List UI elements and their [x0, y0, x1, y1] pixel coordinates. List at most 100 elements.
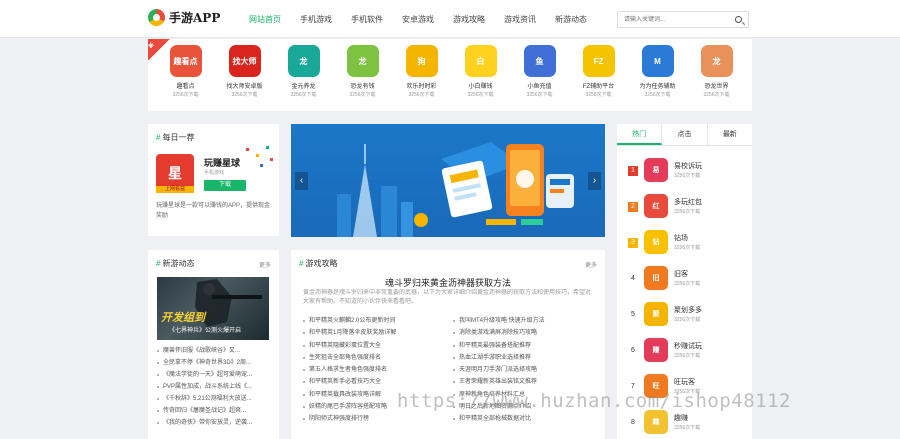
new-game-link[interactable]: PVP属性加成，战斗系统上线《... — [157, 381, 272, 393]
new-game-link[interactable]: 魔兽怀旧服《战歌峡谷》又... — [157, 345, 272, 357]
nav-game-guides[interactable]: 游戏攻略 — [453, 14, 485, 25]
app-name[interactable]: 找大师安卓版 — [226, 81, 262, 90]
tab-hot[interactable]: 热门 — [617, 124, 663, 145]
app-name[interactable]: 趣看点 — [176, 81, 194, 90]
guide-link[interactable]: 王者荣耀新英雄出装铭文推荐 — [453, 376, 599, 388]
guide-link[interactable]: 第五人格求生者角色强度排名 — [303, 364, 453, 376]
new-game-link[interactable]: 全民拿不停《神奇世界3D》2周... — [157, 357, 272, 369]
app-item[interactable]: 白小白赚钱 3256次下载 — [451, 45, 510, 98]
search-input[interactable] — [624, 14, 724, 26]
app-icon[interactable]: 狗 — [405, 45, 438, 77]
new-game-link[interactable]: 《我的奇侠》带你安放灵，逆袭... — [157, 417, 272, 429]
new-game-link[interactable]: 传奇回归《屠魔圣战记》超爽... — [157, 405, 272, 417]
hot-app-name[interactable]: 易校诉玩 — [674, 161, 702, 171]
daily-download-button[interactable]: 下载 — [204, 180, 246, 191]
guide-link[interactable]: 天涯明月刀手游门派选择攻略 — [453, 364, 599, 376]
guide-link[interactable]: 和平精英全部枪械数据对比 — [453, 413, 599, 425]
tab-latest[interactable]: 最新 — [708, 124, 752, 145]
app-item[interactable]: 鱼小鱼充值 3256次下载 — [510, 45, 569, 98]
hot-app-name[interactable]: 秒赚试玩 — [674, 341, 702, 351]
guides-summary: 黄金沥神器是魂斗罗归来中非常重要的武器，以下为大家详细介绍黄金沥神器的获取方法和… — [303, 290, 592, 305]
guide-link[interactable]: 我叫MT4升级攻略 快速升级方法 — [453, 315, 599, 327]
app-name[interactable]: FZ辅助平台 — [583, 81, 614, 90]
hot-app-name[interactable]: 旺玩客 — [674, 377, 695, 387]
hot-app-icon[interactable]: 易 — [644, 158, 668, 182]
app-name[interactable]: 小鱼充值 — [527, 81, 551, 90]
app-downloads: 3256次下载 — [703, 92, 730, 98]
hot-app-name[interactable]: 聚划多多 — [674, 305, 702, 315]
app-icon[interactable]: M — [641, 45, 674, 77]
guides-headline[interactable]: 魂斗罗归来黄金沥神器获取方法 — [291, 276, 605, 289]
app-name[interactable]: 恐龙世界 — [704, 81, 728, 90]
guide-link[interactable]: 和平精英1月降落伞皮肤奖励详解 — [303, 327, 453, 339]
app-item[interactable]: FZ FZ辅助平台 3256次下载 — [569, 45, 628, 98]
tab-clicks[interactable]: 点击 — [662, 124, 708, 145]
app-icon[interactable]: FZ — [582, 45, 615, 77]
nav-game-news[interactable]: 游戏资讯 — [504, 14, 536, 25]
app-icon[interactable]: 找大师 — [228, 45, 261, 77]
guide-link[interactable]: 和平精英火麒麟2.0公布更新时间 — [303, 315, 453, 327]
banner-prev-button[interactable]: ‹ — [295, 172, 308, 190]
app-name[interactable]: 小白赚钱 — [468, 81, 492, 90]
nav-new-games[interactable]: 新游动态 — [555, 14, 587, 25]
app-name[interactable]: 恐龙有钱 — [350, 81, 374, 90]
hot-app-name[interactable]: 趣赚 — [674, 413, 688, 423]
hot-app-name[interactable]: 多玩红包 — [674, 197, 702, 207]
app-item[interactable]: 趣看点 趣看点 3256次下载 — [156, 45, 215, 98]
hot-ranking-item[interactable]: 6 赚秒赚试玩 3256次下载 — [617, 338, 752, 372]
new-games-more-link[interactable]: 更多 — [259, 260, 271, 269]
guides-more-link[interactable]: 更多 — [585, 260, 597, 269]
new-game-link[interactable]: 《魔法学徒的一天》超可爱萌宠... — [157, 369, 272, 381]
nav-home[interactable]: 网站首页 — [249, 14, 281, 25]
guide-link[interactable]: 和平精英最强装备搭配推荐 — [453, 340, 599, 352]
nav-android-games[interactable]: 安卓游戏 — [402, 14, 434, 25]
hot-app-icon[interactable]: 赚 — [644, 338, 668, 362]
hot-ranking-item[interactable]: 5 聚聚划多多 3256次下载 — [617, 302, 752, 336]
new-game-feature-image[interactable]: 开发组到 《七界神兵》公测火爆开启 — [157, 277, 269, 340]
hot-app-icon[interactable]: 聚 — [644, 302, 668, 326]
app-item[interactable]: M 为为任务辅助 3256次下载 — [628, 45, 687, 98]
guide-link[interactable]: 阴阳师式神强度排行榜 — [303, 413, 453, 425]
app-name[interactable]: 欢乐时时彩 — [406, 81, 436, 90]
hot-app-icon[interactable]: 钻 — [644, 230, 668, 254]
hot-app-downloads: 3256次下载 — [674, 209, 701, 215]
app-item[interactable]: 狗欢乐时时彩 3256次下载 — [392, 45, 451, 98]
search-icon[interactable] — [735, 16, 742, 23]
hot-ranking-item[interactable]: 4 旧旧客 3256次下载 — [617, 266, 752, 300]
app-icon[interactable]: 白 — [464, 45, 497, 77]
app-icon[interactable]: 鱼 — [523, 45, 556, 77]
site-logo[interactable]: 手游APP — [148, 9, 220, 26]
app-item[interactable]: 找大师 找大师安卓版 3256次下载 — [215, 45, 274, 98]
hot-app-name[interactable]: 旧客 — [674, 269, 688, 279]
hot-ranking-item[interactable]: 8 趣趣赚 3256次下载 — [617, 410, 752, 439]
nav-mobile-games[interactable]: 手机游戏 — [300, 14, 332, 25]
hot-ranking-item[interactable]: 3 钻钻场 3256次下载 — [617, 230, 752, 264]
app-icon[interactable]: 龙 — [287, 45, 320, 77]
rank-number: 6 — [631, 347, 635, 354]
app-item[interactable]: 龙恐龙世界 3256次下载 — [687, 45, 746, 98]
hot-ranking-item[interactable]: 2 红多玩红包 3256次下载 — [617, 194, 752, 228]
app-name[interactable]: 为为任务辅助 — [639, 81, 675, 90]
app-icon[interactable]: 龙 — [700, 45, 733, 77]
nav-mobile-software[interactable]: 手机软件 — [351, 14, 383, 25]
app-name[interactable]: 金元养龙 — [291, 81, 315, 90]
guide-link[interactable]: 消除类游戏满屏消除技巧攻略 — [453, 327, 599, 339]
app-item[interactable]: 龙金元养龙 3256次下载 — [274, 45, 333, 98]
guide-link[interactable]: 和平精英隐藏彩蛋位置大全 — [303, 340, 453, 352]
hot-app-name[interactable]: 钻场 — [674, 233, 688, 243]
hot-app-icon[interactable]: 旧 — [644, 266, 668, 290]
banner-next-button[interactable]: › — [588, 172, 601, 190]
hot-ranking-item[interactable]: 1 易易校诉玩 3256次下载 — [617, 158, 752, 192]
guide-link[interactable]: 热血江湖手游职业选择推荐 — [453, 352, 599, 364]
guide-link[interactable]: 生死狙击全部角色强度排名 — [303, 352, 453, 364]
app-item[interactable]: 龙恐龙有钱 3256次下载 — [333, 45, 392, 98]
guide-link[interactable]: 和平精英新手必看技巧大全 — [303, 376, 453, 388]
hot-app-icon[interactable]: 红 — [644, 194, 668, 218]
app-icon[interactable]: 龙 — [346, 45, 379, 77]
app-icon[interactable]: 趣看点 — [169, 45, 202, 77]
hero-banner[interactable]: ‹ › — [291, 124, 605, 237]
hot-app-downloads: 3256次下载 — [674, 353, 701, 359]
new-game-link[interactable]: 《千秋辞》5.21公测福利大放送... — [157, 393, 272, 405]
hot-app-icon[interactable]: 趣 — [644, 410, 668, 434]
daily-app-name[interactable]: 玩赚星球 — [204, 156, 240, 169]
